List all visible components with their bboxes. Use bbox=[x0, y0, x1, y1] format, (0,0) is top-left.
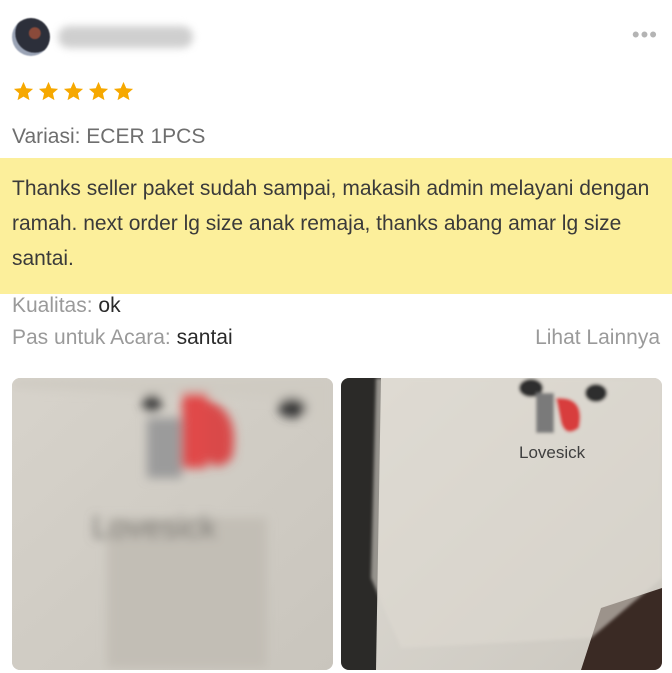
star-icon bbox=[13, 81, 34, 101]
variation-label: Variasi: ECER 1PCS bbox=[12, 125, 206, 148]
review-header: user ••• bbox=[0, 0, 672, 72]
username-blurred[interactable]: user bbox=[58, 26, 193, 48]
star-icon bbox=[38, 81, 59, 101]
tshirt-photo-image: Lovesick bbox=[341, 378, 662, 670]
star-icon bbox=[113, 81, 134, 101]
quality-label: Kualitas: bbox=[12, 294, 93, 317]
occasion-attribute: Pas untuk Acara: santai bbox=[12, 326, 233, 350]
review-photo-1[interactable]: Lovesick bbox=[12, 378, 333, 670]
occasion-label: Pas untuk Acara: bbox=[12, 326, 171, 349]
more-horizontal-icon[interactable]: ••• bbox=[632, 22, 658, 48]
svg-text:Lovesick: Lovesick bbox=[92, 509, 218, 545]
occasion-value: santai bbox=[176, 326, 233, 349]
tshirt-print-text: Lovesick bbox=[519, 443, 586, 462]
avatar[interactable] bbox=[12, 18, 50, 56]
star-rating bbox=[12, 80, 135, 106]
quality-attribute: Kualitas: ok bbox=[12, 294, 121, 318]
review-text-block: Thanks seller paket sudah sampai, makasi… bbox=[0, 158, 672, 294]
star-icon bbox=[63, 81, 84, 101]
star-icon bbox=[88, 81, 109, 101]
see-more-link[interactable]: Lihat Lainnya bbox=[535, 326, 660, 350]
tshirt-photo-image: Lovesick bbox=[12, 378, 333, 670]
review-text: Thanks seller paket sudah sampai, makasi… bbox=[12, 177, 650, 270]
review-photo-2[interactable]: Lovesick bbox=[341, 378, 662, 670]
quality-value: ok bbox=[98, 294, 121, 317]
